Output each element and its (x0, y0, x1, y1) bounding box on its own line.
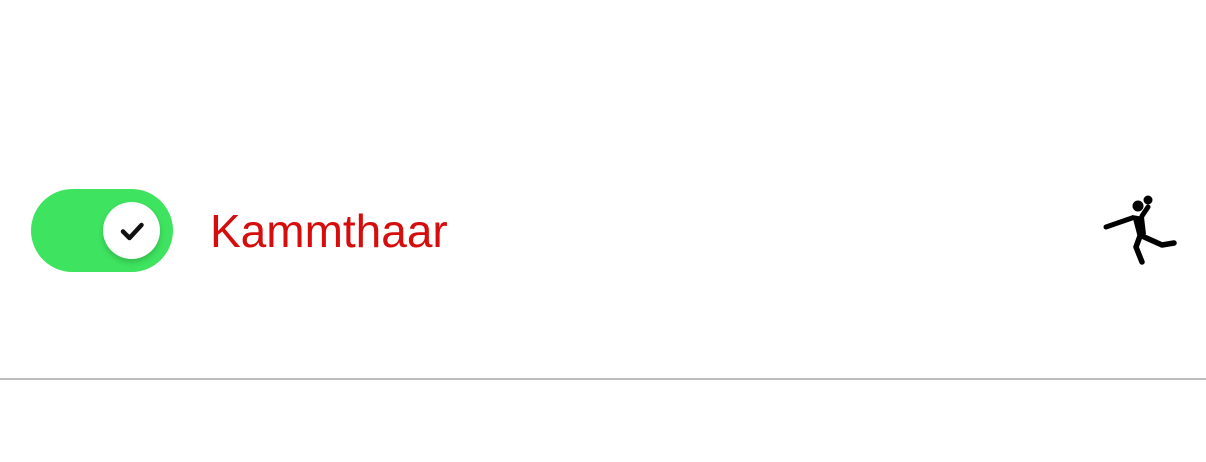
handball-player-icon (1102, 194, 1178, 268)
toggle-switch[interactable] (31, 189, 173, 272)
toggle-knob[interactable] (103, 202, 160, 259)
checkmark-icon (117, 216, 147, 246)
row-label: Kammthaar (210, 205, 448, 257)
settings-screen: Kammthaar (0, 0, 1206, 462)
row-divider (0, 378, 1206, 380)
list-row[interactable]: Kammthaar (0, 150, 1206, 312)
